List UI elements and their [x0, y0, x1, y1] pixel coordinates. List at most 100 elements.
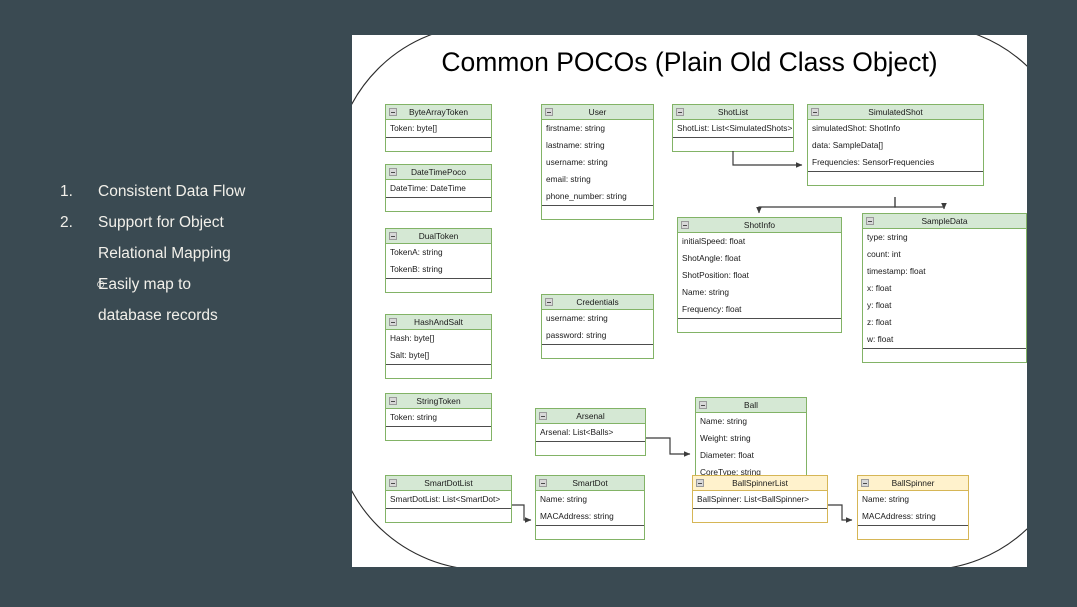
minus-box-icon[interactable]	[681, 221, 689, 229]
uml-field-list: type: string count: int timestamp: float x:…	[863, 229, 1026, 348]
uml-class-name: DateTimePoco	[410, 167, 467, 177]
bullet-marker: 2.	[60, 214, 73, 231]
uml-field: Token: string	[390, 412, 438, 422]
minus-box-icon[interactable]	[545, 108, 553, 116]
uml-field-list: Name: string MACAddress: string	[858, 491, 968, 525]
uml-class-name: SmartDot	[572, 478, 608, 488]
uml-field-list: simulatedShot: ShotInfo data: SampleData[…	[808, 120, 983, 171]
uml-field: z: float	[867, 317, 892, 327]
uml-class-header: Arsenal	[536, 409, 645, 424]
minus-box-icon[interactable]	[389, 397, 397, 405]
bullet-item: 2. Support for Object	[60, 207, 345, 238]
uml-class-shotinfo[interactable]: ShotInfo initialSpeed: float ShotAngle: fl…	[677, 217, 842, 333]
uml-class-name: Credentials	[576, 297, 619, 307]
uml-field: x: float	[867, 283, 892, 293]
minus-box-icon[interactable]	[389, 479, 397, 487]
uml-class-name: User	[588, 107, 607, 117]
bullet-item: Relational Mapping	[60, 238, 345, 269]
bullet-item: 1. Consistent Data Flow	[60, 176, 345, 207]
uml-class-name: SampleData	[921, 216, 968, 226]
uml-field-list: username: string password: string	[542, 310, 653, 344]
uml-class-header: SmartDot	[536, 476, 644, 491]
uml-method-section	[542, 206, 653, 219]
uml-method-section	[673, 138, 793, 151]
uml-method-section	[386, 365, 491, 378]
uml-class-name: HashAndSalt	[414, 317, 463, 327]
uml-class-header: DateTimePoco	[386, 165, 491, 180]
uml-field-list: Token: string	[386, 409, 491, 426]
uml-diagram: ByteArrayToken Token: byte[] DateTimePoco D…	[352, 35, 1027, 567]
bullet-text: Support for Object	[98, 214, 224, 231]
uml-method-section	[386, 509, 511, 522]
minus-box-icon[interactable]	[539, 479, 547, 487]
minus-box-icon[interactable]	[676, 108, 684, 116]
minus-box-icon[interactable]	[866, 217, 874, 225]
uml-class-header: SimulatedShot	[808, 105, 983, 120]
uml-field-list: ShotList: List<SimulatedShots>	[673, 120, 793, 137]
uml-class-name: SmartDotList	[424, 478, 473, 488]
uml-class-header: DualToken	[386, 229, 491, 244]
uml-field: BallSpinner: List<BallSpinner>	[697, 494, 810, 504]
uml-field: Diameter: float	[700, 450, 754, 460]
minus-box-icon[interactable]	[389, 108, 397, 116]
minus-box-icon[interactable]	[389, 168, 397, 176]
uml-field: phone_number: string	[546, 191, 627, 201]
uml-field: Salt: byte[]	[390, 350, 430, 360]
uml-field-list: Name: string Weight: string Diameter: floa…	[696, 413, 806, 481]
uml-field-list: Name: string MACAddress: string	[536, 491, 644, 525]
uml-field: MACAddress: string	[862, 511, 936, 521]
uml-class-ballspinner[interactable]: BallSpinner Name: string MACAddress: strin…	[857, 475, 969, 540]
uml-field: username: string	[546, 157, 608, 167]
uml-field: ShotList: List<SimulatedShots>	[677, 123, 793, 133]
uml-class-stringtoken[interactable]: StringToken Token: string	[385, 393, 492, 441]
uml-class-shotlist[interactable]: ShotList ShotList: List<SimulatedShots>	[672, 104, 794, 152]
uml-method-section	[386, 138, 491, 151]
minus-box-icon[interactable]	[545, 298, 553, 306]
uml-class-dualtoken[interactable]: DualToken TokenA: string TokenB: string	[385, 228, 492, 293]
uml-class-header: BallSpinnerList	[693, 476, 827, 491]
uml-class-name: BallSpinnerList	[732, 478, 788, 488]
uml-class-arsenal[interactable]: Arsenal Arsenal: List<Balls>	[535, 408, 646, 456]
uml-method-section	[693, 509, 827, 522]
uml-method-section	[536, 442, 645, 455]
uml-class-header: SampleData	[863, 214, 1026, 229]
uml-field: data: SampleData[]	[812, 140, 884, 150]
uml-class-name: BallSpinner	[891, 478, 935, 488]
uml-field: firstname: string	[546, 123, 606, 133]
uml-class-name: Arsenal	[576, 411, 605, 421]
uml-class-credentials[interactable]: Credentials username: string password: str…	[541, 294, 654, 359]
uml-class-hashandsalt[interactable]: HashAndSalt Hash: byte[] Salt: byte[]	[385, 314, 492, 379]
minus-box-icon[interactable]	[699, 401, 707, 409]
uml-method-section	[386, 198, 491, 211]
minus-box-icon[interactable]	[539, 412, 547, 420]
uml-field-list: initialSpeed: float ShotAngle: float ShotP…	[678, 233, 841, 318]
uml-class-header: User	[542, 105, 653, 120]
uml-class-simulatedshot[interactable]: SimulatedShot simulatedShot: ShotInfo data…	[807, 104, 984, 186]
uml-class-name: StringToken	[416, 396, 461, 406]
uml-field: Name: string	[700, 416, 748, 426]
uml-field: ShotAngle: float	[682, 253, 741, 263]
uml-class-name: Ball	[744, 400, 758, 410]
uml-class-smartdotlist[interactable]: SmartDotList SmartDotList: List<SmartDot>	[385, 475, 512, 523]
minus-box-icon[interactable]	[696, 479, 704, 487]
uml-class-smartdot[interactable]: SmartDot Name: string MACAddress: string	[535, 475, 645, 540]
uml-method-section	[386, 279, 491, 292]
uml-field: username: string	[546, 313, 608, 323]
uml-class-ballspinnerlist[interactable]: BallSpinnerList BallSpinner: List<BallSpi…	[692, 475, 828, 523]
uml-class-datetimepoco[interactable]: DateTimePoco DateTime: DateTime	[385, 164, 492, 212]
uml-class-header: StringToken	[386, 394, 491, 409]
uml-field: Frequency: float	[682, 304, 742, 314]
minus-box-icon[interactable]	[389, 318, 397, 326]
uml-class-user[interactable]: User firstname: string lastname: string use…	[541, 104, 654, 220]
uml-field-list: BallSpinner: List<BallSpinner>	[693, 491, 827, 508]
uml-field-list: TokenA: string TokenB: string	[386, 244, 491, 278]
uml-class-bytearraytoken[interactable]: ByteArrayToken Token: byte[]	[385, 104, 492, 152]
uml-field: Name: string	[540, 494, 588, 504]
uml-field: SmartDotList: List<SmartDot>	[390, 494, 501, 504]
minus-box-icon[interactable]	[811, 108, 819, 116]
uml-method-section	[808, 172, 983, 185]
uml-class-sampledata[interactable]: SampleData type: string count: int timestam…	[862, 213, 1027, 363]
bullet-item: database records	[60, 300, 345, 331]
minus-box-icon[interactable]	[861, 479, 869, 487]
minus-box-icon[interactable]	[389, 232, 397, 240]
